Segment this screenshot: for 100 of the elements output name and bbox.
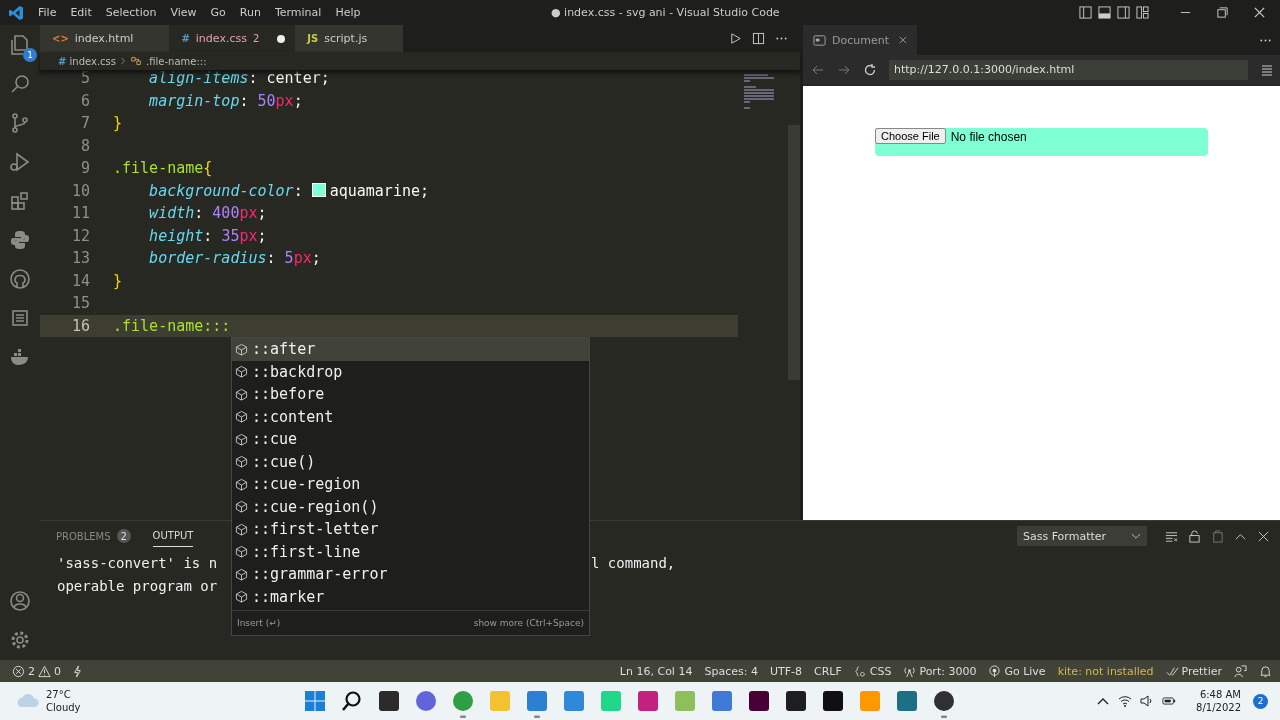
status-item[interactable]: Prettier bbox=[1165, 664, 1222, 678]
account-icon[interactable] bbox=[8, 589, 32, 613]
battery-icon[interactable] bbox=[1162, 694, 1177, 708]
code-line: } bbox=[113, 114, 123, 133]
breadcrumb-item[interactable]: # index.css bbox=[58, 55, 117, 67]
status-item[interactable]: CSS bbox=[853, 664, 892, 678]
github-icon[interactable] bbox=[8, 267, 32, 291]
panel-tab[interactable]: PROBLEMS 2 bbox=[56, 524, 131, 548]
chevron-down-icon bbox=[1131, 532, 1141, 540]
menu-item[interactable]: Edit bbox=[64, 6, 100, 19]
suggestion-item[interactable]: ::cue() bbox=[232, 450, 589, 473]
double-check-icon bbox=[1165, 664, 1179, 678]
suggestion-item[interactable]: ::after bbox=[232, 338, 589, 361]
code-line: border-radius: 5px; bbox=[148, 249, 321, 268]
output-text: 'sass-convert' is n bbox=[57, 554, 219, 571]
url-field[interactable]: http://127.0.0.1:3000/index.html bbox=[889, 59, 1248, 80]
cube-icon bbox=[235, 387, 248, 401]
problems-indicator[interactable]: 2 0 bbox=[12, 664, 61, 678]
layout-icon[interactable] bbox=[1079, 6, 1092, 19]
menu-icon[interactable] bbox=[1260, 62, 1274, 77]
clock[interactable]: 6:48 AM 8/1/2022 bbox=[1196, 688, 1241, 714]
suggestion-item[interactable]: ::before bbox=[232, 383, 589, 406]
lock-icon[interactable] bbox=[1188, 529, 1201, 543]
show-more-link[interactable]: show more (Ctrl+Space) bbox=[473, 618, 584, 628]
suggestion-item[interactable]: ::grammar-error bbox=[232, 563, 589, 586]
menu-item[interactable]: Terminal bbox=[268, 6, 330, 19]
scrollbar[interactable] bbox=[788, 125, 800, 380]
browser-tab[interactable]: Document bbox=[803, 25, 917, 55]
suggestion-item[interactable]: ::backdrop bbox=[232, 360, 589, 383]
menu-item[interactable]: Run bbox=[233, 6, 269, 19]
run-icon[interactable] bbox=[729, 32, 742, 45]
cube-icon bbox=[235, 477, 248, 491]
layout-icon[interactable] bbox=[1098, 6, 1111, 19]
menu-item[interactable]: View bbox=[164, 6, 205, 19]
notification-badge[interactable]: 2 bbox=[1253, 693, 1268, 709]
status-item[interactable]: UTF-8 bbox=[769, 664, 802, 678]
status-item[interactable]: Spaces: 4 bbox=[704, 664, 758, 678]
output-text: operable program or bbox=[57, 577, 219, 594]
output-channel-dropdown[interactable]: Sass Formatter bbox=[1017, 526, 1147, 546]
line-number: 12 bbox=[70, 226, 90, 245]
suggestion-item[interactable]: ::cue-region() bbox=[232, 495, 589, 518]
page-icon bbox=[813, 33, 826, 47]
line-number: 10 bbox=[70, 181, 90, 200]
symbol-icon bbox=[130, 55, 143, 67]
status-item[interactable]: Port: 3000 bbox=[903, 664, 977, 678]
split-editor-icon[interactable] bbox=[752, 32, 765, 45]
menu-item[interactable]: Go bbox=[204, 6, 234, 19]
status-item[interactable]: Go Live bbox=[988, 664, 1046, 678]
close-icon[interactable] bbox=[899, 36, 907, 44]
braces-icon bbox=[853, 664, 867, 678]
status-item[interactable]: kite: not installed bbox=[1057, 664, 1154, 678]
line-number: 14 bbox=[70, 271, 90, 290]
menu-item[interactable]: Selection bbox=[99, 6, 165, 19]
insert-hint: Insert (↵) bbox=[237, 618, 281, 628]
editor-tab[interactable]: JS script.js bbox=[295, 25, 404, 52]
reload-icon[interactable] bbox=[863, 62, 877, 77]
warning-icon bbox=[38, 664, 51, 678]
status-item[interactable]: CRLF bbox=[813, 664, 842, 678]
suggestion-item[interactable]: ::cue bbox=[232, 428, 589, 451]
line-number: 13 bbox=[70, 249, 90, 268]
wifi-icon[interactable] bbox=[1118, 694, 1133, 708]
clear-output-icon[interactable] bbox=[1165, 529, 1178, 543]
run-icon[interactable] bbox=[8, 150, 32, 174]
menu-item[interactable]: Help bbox=[329, 6, 369, 19]
code-line: .file-name{ bbox=[113, 159, 213, 178]
lightning-icon[interactable] bbox=[71, 664, 84, 678]
layout-icon[interactable] bbox=[1136, 6, 1149, 19]
cube-icon bbox=[235, 410, 248, 424]
code-line: width: 400px; bbox=[148, 204, 267, 223]
panel-tab[interactable]: OUTPUT bbox=[152, 525, 194, 547]
python-icon[interactable] bbox=[8, 228, 32, 252]
editor-tab[interactable]: <> index.html bbox=[40, 25, 170, 52]
close-icon[interactable] bbox=[1253, 6, 1266, 19]
suggestion-item[interactable]: ::cue-region bbox=[232, 473, 589, 496]
notification-badge: 1 bbox=[23, 48, 37, 62]
bell-icon[interactable] bbox=[1259, 664, 1272, 678]
line-number: 8 bbox=[79, 136, 90, 155]
cube-icon bbox=[235, 455, 248, 469]
breadcrumb-item[interactable]: .file-name::: bbox=[146, 55, 207, 67]
layout-icon[interactable] bbox=[1117, 6, 1130, 19]
line-number: 6 bbox=[79, 91, 90, 110]
restore-icon[interactable] bbox=[1216, 6, 1229, 19]
status-item[interactable]: Ln 16, Col 14 bbox=[619, 664, 693, 678]
suggestion-item[interactable]: ::first-line bbox=[232, 540, 589, 563]
app-icon[interactable] bbox=[933, 690, 955, 718]
cube-icon bbox=[235, 342, 248, 356]
feedback-icon[interactable] bbox=[1234, 664, 1247, 678]
cube-icon bbox=[235, 590, 248, 604]
suggestion-item[interactable]: ::marker bbox=[232, 585, 589, 608]
menu-item[interactable]: File bbox=[32, 6, 65, 19]
broadcast-icon bbox=[988, 664, 1002, 678]
choose-file-button[interactable]: Choose File bbox=[875, 128, 946, 144]
error-icon bbox=[12, 664, 25, 678]
editor-tab[interactable]: # index.css 2 bbox=[169, 25, 296, 52]
suggestion-item[interactable]: ::first-letter bbox=[232, 518, 589, 541]
cube-icon bbox=[235, 545, 248, 559]
close-icon[interactable] bbox=[1257, 529, 1270, 543]
weather-condition: Cloudy bbox=[46, 701, 81, 714]
cube-icon bbox=[235, 522, 248, 536]
suggestion-item[interactable]: ::content bbox=[232, 405, 589, 428]
